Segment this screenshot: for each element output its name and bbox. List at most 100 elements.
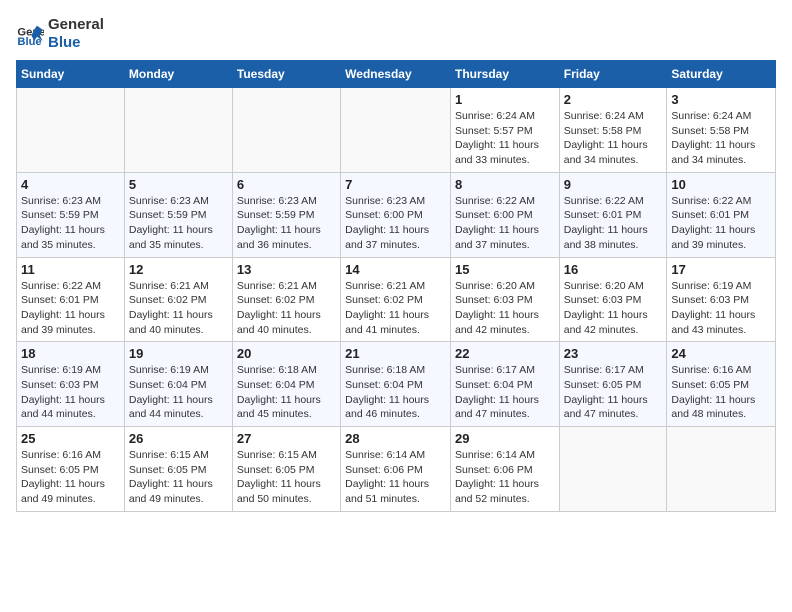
calendar-cell: 21Sunrise: 6:18 AM Sunset: 6:04 PM Dayli…: [341, 342, 451, 427]
day-info: Sunrise: 6:22 AM Sunset: 6:01 PM Dayligh…: [671, 194, 771, 253]
calendar-cell: 2 Sunrise: 6:24 AM Sunset: 5:58 PM Daylig…: [559, 88, 667, 173]
logo-icon: General Blue: [16, 20, 44, 48]
day-number: 4: [21, 177, 120, 192]
day-number: 1: [455, 92, 555, 107]
calendar-table: SundayMondayTuesdayWednesdayThursdayFrid…: [16, 60, 776, 512]
day-info: Sunrise: 6:24 AM Sunset: 5:58 PM Dayligh…: [671, 109, 771, 168]
day-number: 2: [564, 92, 663, 107]
day-number: 10: [671, 177, 771, 192]
calendar-cell: [17, 88, 125, 173]
day-info: Sunrise: 6:17 AM Sunset: 6:05 PM Dayligh…: [564, 363, 663, 422]
day-number: 9: [564, 177, 663, 192]
calendar-cell: 24 Sunrise: 6:16 AM Sunset: 6:05 PM Dayli…: [667, 342, 776, 427]
day-info: Sunrise: 6:19 AM Sunset: 6:03 PM Dayligh…: [21, 363, 120, 422]
day-info: Sunrise: 6:16 AM Sunset: 6:05 PM Dayligh…: [21, 448, 120, 507]
calendar-cell: [124, 88, 232, 173]
calendar-cell: [667, 427, 776, 512]
day-number: 28: [345, 431, 446, 446]
calendar-week-1: 1 Sunrise: 6:24 AM Sunset: 5:57 PM Daylig…: [17, 88, 776, 173]
day-number: 18: [21, 346, 120, 361]
day-number: 22: [455, 346, 555, 361]
day-number: 14: [345, 262, 446, 277]
calendar-cell: 6 Sunrise: 6:23 AM Sunset: 5:59 PM Daylig…: [232, 172, 340, 257]
calendar-cell: 29 Sunrise: 6:14 AM Sunset: 6:06 PM Dayli…: [450, 427, 559, 512]
calendar-cell: 10 Sunrise: 6:22 AM Sunset: 6:01 PM Dayli…: [667, 172, 776, 257]
day-info: Sunrise: 6:24 AM Sunset: 5:57 PM Dayligh…: [455, 109, 555, 168]
calendar-cell: 26Sunrise: 6:15 AM Sunset: 6:05 PM Dayli…: [124, 427, 232, 512]
day-number: 7: [345, 177, 446, 192]
logo: General Blue General Blue: [16, 16, 104, 52]
calendar-cell: 13 Sunrise: 6:21 AM Sunset: 6:02 PM Dayli…: [232, 257, 340, 342]
day-number: 16: [564, 262, 663, 277]
calendar-cell: 4 Sunrise: 6:23 AM Sunset: 5:59 PM Daylig…: [17, 172, 125, 257]
calendar-cell: 8Sunrise: 6:22 AM Sunset: 6:00 PM Daylig…: [450, 172, 559, 257]
calendar-cell: [341, 88, 451, 173]
day-info: Sunrise: 6:23 AM Sunset: 5:59 PM Dayligh…: [21, 194, 120, 253]
day-number: 6: [237, 177, 336, 192]
calendar-cell: 9 Sunrise: 6:22 AM Sunset: 6:01 PM Daylig…: [559, 172, 667, 257]
calendar-cell: [232, 88, 340, 173]
day-info: Sunrise: 6:23 AM Sunset: 5:59 PM Dayligh…: [129, 194, 228, 253]
calendar-cell: 14 Sunrise: 6:21 AM Sunset: 6:02 PM Dayli…: [341, 257, 451, 342]
day-number: 3: [671, 92, 771, 107]
svg-text:Blue: Blue: [17, 36, 41, 48]
page-header: General Blue General Blue: [16, 16, 776, 52]
calendar-week-3: 11 Sunrise: 6:22 AM Sunset: 6:01 PM Dayli…: [17, 257, 776, 342]
header-friday: Friday: [559, 61, 667, 88]
day-number: 25: [21, 431, 120, 446]
calendar-cell: 11 Sunrise: 6:22 AM Sunset: 6:01 PM Dayli…: [17, 257, 125, 342]
day-info: Sunrise: 6:14 AM Sunset: 6:06 PM Dayligh…: [455, 448, 555, 507]
day-number: 11: [21, 262, 120, 277]
calendar-cell: 3 Sunrise: 6:24 AM Sunset: 5:58 PM Daylig…: [667, 88, 776, 173]
day-info: Sunrise: 6:21 AM Sunset: 6:02 PM Dayligh…: [129, 279, 228, 338]
day-info: Sunrise: 6:21 AM Sunset: 6:02 PM Dayligh…: [345, 279, 446, 338]
calendar-cell: 20Sunrise: 6:18 AM Sunset: 6:04 PM Dayli…: [232, 342, 340, 427]
day-info: Sunrise: 6:21 AM Sunset: 6:02 PM Dayligh…: [237, 279, 336, 338]
calendar-cell: 12 Sunrise: 6:21 AM Sunset: 6:02 PM Dayli…: [124, 257, 232, 342]
day-info: Sunrise: 6:20 AM Sunset: 6:03 PM Dayligh…: [455, 279, 555, 338]
calendar-cell: 5 Sunrise: 6:23 AM Sunset: 5:59 PM Daylig…: [124, 172, 232, 257]
day-number: 29: [455, 431, 555, 446]
day-number: 27: [237, 431, 336, 446]
day-number: 24: [671, 346, 771, 361]
day-info: Sunrise: 6:22 AM Sunset: 6:00 PM Dayligh…: [455, 194, 555, 253]
header-thursday: Thursday: [450, 61, 559, 88]
calendar-cell: 27 Sunrise: 6:15 AM Sunset: 6:05 PM Dayli…: [232, 427, 340, 512]
day-info: Sunrise: 6:17 AM Sunset: 6:04 PM Dayligh…: [455, 363, 555, 422]
calendar-cell: 25 Sunrise: 6:16 AM Sunset: 6:05 PM Dayli…: [17, 427, 125, 512]
day-info: Sunrise: 6:15 AM Sunset: 6:05 PM Dayligh…: [237, 448, 336, 507]
day-number: 15: [455, 262, 555, 277]
header-monday: Monday: [124, 61, 232, 88]
day-info: Sunrise: 6:16 AM Sunset: 6:05 PM Dayligh…: [671, 363, 771, 422]
day-number: 5: [129, 177, 228, 192]
calendar-cell: [559, 427, 667, 512]
day-number: 12: [129, 262, 228, 277]
calendar-cell: 7 Sunrise: 6:23 AM Sunset: 6:00 PM Daylig…: [341, 172, 451, 257]
header-saturday: Saturday: [667, 61, 776, 88]
day-info: Sunrise: 6:22 AM Sunset: 6:01 PM Dayligh…: [564, 194, 663, 253]
day-info: Sunrise: 6:19 AM Sunset: 6:03 PM Dayligh…: [671, 279, 771, 338]
day-info: Sunrise: 6:20 AM Sunset: 6:03 PM Dayligh…: [564, 279, 663, 338]
calendar-cell: 15 Sunrise: 6:20 AM Sunset: 6:03 PM Dayli…: [450, 257, 559, 342]
header-wednesday: Wednesday: [341, 61, 451, 88]
day-number: 26: [129, 431, 228, 446]
day-number: 17: [671, 262, 771, 277]
day-info: Sunrise: 6:24 AM Sunset: 5:58 PM Dayligh…: [564, 109, 663, 168]
calendar-week-4: 18 Sunrise: 6:19 AM Sunset: 6:03 PM Dayli…: [17, 342, 776, 427]
calendar-cell: 17 Sunrise: 6:19 AM Sunset: 6:03 PM Dayli…: [667, 257, 776, 342]
day-info: Sunrise: 6:23 AM Sunset: 6:00 PM Dayligh…: [345, 194, 446, 253]
day-info: Sunrise: 6:19 AM Sunset: 6:04 PM Dayligh…: [129, 363, 228, 422]
calendar-cell: 16 Sunrise: 6:20 AM Sunset: 6:03 PM Dayli…: [559, 257, 667, 342]
logo-text-blue: Blue: [48, 34, 104, 52]
calendar-week-2: 4 Sunrise: 6:23 AM Sunset: 5:59 PM Daylig…: [17, 172, 776, 257]
day-number: 13: [237, 262, 336, 277]
day-number: 23: [564, 346, 663, 361]
day-info: Sunrise: 6:18 AM Sunset: 6:04 PM Dayligh…: [345, 363, 446, 422]
header-tuesday: Tuesday: [232, 61, 340, 88]
day-number: 20: [237, 346, 336, 361]
day-info: Sunrise: 6:23 AM Sunset: 5:59 PM Dayligh…: [237, 194, 336, 253]
calendar-cell: 19 Sunrise: 6:19 AM Sunset: 6:04 PM Dayli…: [124, 342, 232, 427]
calendar-cell: 23 Sunrise: 6:17 AM Sunset: 6:05 PM Dayli…: [559, 342, 667, 427]
day-number: 19: [129, 346, 228, 361]
day-info: Sunrise: 6:22 AM Sunset: 6:01 PM Dayligh…: [21, 279, 120, 338]
